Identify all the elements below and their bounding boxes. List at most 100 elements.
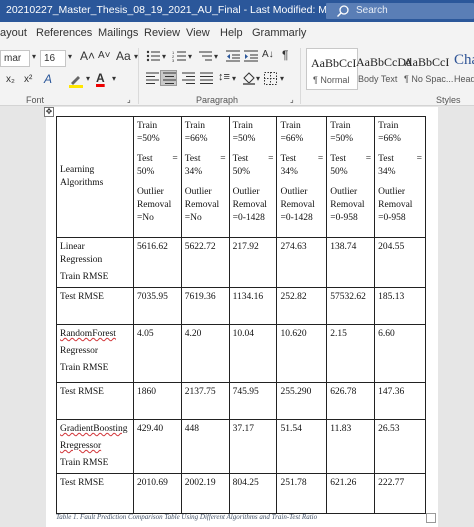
shading-icon[interactable] (242, 71, 256, 88)
chevron-down-icon[interactable]: ▾ (68, 52, 72, 61)
chevron-down-icon[interactable]: ▾ (188, 52, 192, 61)
tab-references[interactable]: References (36, 27, 92, 39)
numbering-icon[interactable]: 123 (172, 50, 186, 65)
table-cell: 2002.19 (180, 473, 230, 514)
style-name: ¶ Normal (313, 75, 350, 85)
outlier-label: Outlier Removal =0-958 (378, 187, 413, 223)
metric-label: Train RMSE (60, 458, 109, 468)
multilevel-list-icon[interactable] (198, 50, 212, 65)
table-cell: 147.36 (374, 382, 426, 420)
chevron-down-icon[interactable]: ▾ (32, 52, 36, 61)
equals-label: = (317, 154, 324, 164)
table-header-row: Learning Algorithms Train =50% Test = 50%… (56, 116, 426, 238)
superscript-icon[interactable]: x² (24, 74, 32, 85)
subscript-icon[interactable]: x₂ (6, 74, 15, 85)
outlier-label: Outlier Removal =No (184, 187, 220, 223)
outlier-label: Outlier Removal =0-1428 (232, 187, 267, 223)
chevron-down-icon[interactable]: ▾ (162, 52, 166, 61)
table-cell: 222.77 (374, 473, 426, 514)
sort-icon[interactable]: A↓ (262, 49, 274, 60)
justify-icon[interactable] (200, 72, 213, 87)
styles-group-label: Styles (436, 95, 461, 105)
align-center-icon[interactable] (160, 70, 177, 86)
grow-font-icon[interactable]: A˄ (80, 49, 95, 63)
results-table: Learning Algorithms Train =50% Test = 50%… (56, 116, 426, 514)
table-cell: 10.620 (276, 324, 328, 383)
dialog-launcher-icon[interactable]: ⌟ (290, 95, 294, 104)
table-row: Test RMSE 2010.69 2002.19 804.25 251.78 … (56, 473, 426, 514)
font-color-icon[interactable]: A (96, 71, 105, 85)
table-cell: 2010.69 (132, 473, 182, 514)
style-heading[interactable]: Cha Headi (450, 48, 474, 90)
resize-handle[interactable] (426, 513, 436, 523)
show-formatting-icon[interactable]: ¶ (282, 48, 288, 62)
style-sample: Cha (454, 52, 474, 68)
metric-label: Test RMSE (60, 292, 104, 302)
align-left-icon[interactable] (146, 72, 159, 87)
table-cell: 204.55 (374, 237, 426, 288)
test-ratio-label: 34% (184, 167, 203, 177)
table-cell: 274.63 (276, 237, 328, 288)
tab-grammarly[interactable]: Grammarly (252, 27, 306, 39)
table-cell: 251.78 (276, 473, 328, 514)
table-cell: 26.53 (374, 419, 426, 474)
font-size-select[interactable]: 16 (40, 50, 66, 67)
dialog-launcher-icon[interactable]: ⌟ (127, 95, 131, 104)
test-label: Test (330, 154, 346, 164)
tab-layout[interactable]: ayout (0, 27, 27, 39)
chevron-down-icon[interactable]: ▾ (232, 74, 236, 83)
algorithm-name: GradientBoosting (60, 424, 128, 434)
align-right-icon[interactable] (182, 72, 195, 87)
search-placeholder: Search (356, 5, 388, 16)
row-label-cell: Test RMSE (56, 382, 134, 420)
table-cell: 2.15 (326, 324, 376, 383)
table-move-handle-icon[interactable]: ✥ (44, 107, 54, 117)
ribbon: mar ▾ 16 ▾ A˄ A˅ Aa ▾ x₂ x² A ▾ A ▾ Font… (0, 44, 474, 106)
svg-text:3: 3 (172, 58, 175, 62)
metric-label: Train RMSE (60, 272, 109, 282)
style-no-spacing[interactable]: AaBbCcI ¶ No Spac... (400, 48, 453, 90)
table-row: Test RMSE 7035.95 7619.36 1134.16 252.82… (56, 287, 426, 325)
style-body-text[interactable]: AaBbCcDd Body Text (352, 48, 412, 90)
bullets-icon[interactable] (146, 50, 160, 65)
row-header-cell: Learning Algorithms (56, 116, 134, 238)
test-label: Test (232, 154, 249, 164)
borders-icon[interactable] (264, 72, 277, 88)
test-ratio-label: 34% (280, 167, 298, 177)
style-normal[interactable]: AaBbCcI ¶ Normal (306, 48, 358, 90)
line-spacing-icon[interactable]: ↕≡ (218, 71, 230, 83)
table-row: Test RMSE 1860 2137.75 745.95 255.290 62… (56, 382, 426, 420)
chevron-down-icon[interactable]: ▾ (86, 74, 90, 83)
search-box[interactable]: Search (326, 3, 474, 19)
highlight-icon[interactable] (68, 72, 84, 91)
shrink-font-icon[interactable]: A˅ (98, 50, 111, 61)
text-effects-icon[interactable]: A (44, 72, 52, 86)
table-cell: 4.05 (132, 324, 182, 383)
chevron-down-icon[interactable]: ▾ (214, 52, 218, 61)
font-name-select[interactable]: mar (0, 50, 30, 67)
decrease-indent-icon[interactable] (226, 50, 240, 65)
table-cell: 7035.95 (132, 287, 182, 325)
chevron-down-icon[interactable]: ▾ (280, 74, 284, 83)
column-header-cell: Train =50% Test = 50% Outlier Removal =0-… (228, 116, 278, 238)
font-name-value: mar (4, 53, 22, 64)
table-cell: 185.13 (374, 287, 426, 325)
tab-view[interactable]: View (186, 27, 210, 39)
tab-help[interactable]: Help (220, 27, 243, 39)
change-case-icon[interactable]: Aa (116, 49, 131, 63)
tab-mailings[interactable]: Mailings (98, 27, 138, 39)
row-label-cell: Test RMSE (56, 287, 134, 325)
table-cell: 255.290 (276, 382, 328, 420)
test-label: Test (136, 154, 153, 164)
tab-review[interactable]: Review (144, 27, 180, 39)
row-label-cell: Linear Regression Train RMSE (56, 237, 134, 288)
increase-indent-icon[interactable] (244, 50, 258, 65)
column-header-cell: Train =66% Test = 34% Outlier Removal =No (180, 116, 230, 238)
window-title: 20210227_Master_Thesis_08_19_2021_AU_Fin… (6, 4, 380, 16)
font-group-label: Font (26, 95, 45, 105)
table-cell: 429.40 (132, 419, 182, 474)
chevron-down-icon[interactable]: ▾ (256, 74, 260, 83)
column-header-cell: Train =50% Test = 50% Outlier Removal =0-… (326, 116, 376, 238)
paragraph-group-label: Paragraph (196, 95, 239, 105)
chevron-down-icon[interactable]: ▾ (112, 74, 116, 83)
